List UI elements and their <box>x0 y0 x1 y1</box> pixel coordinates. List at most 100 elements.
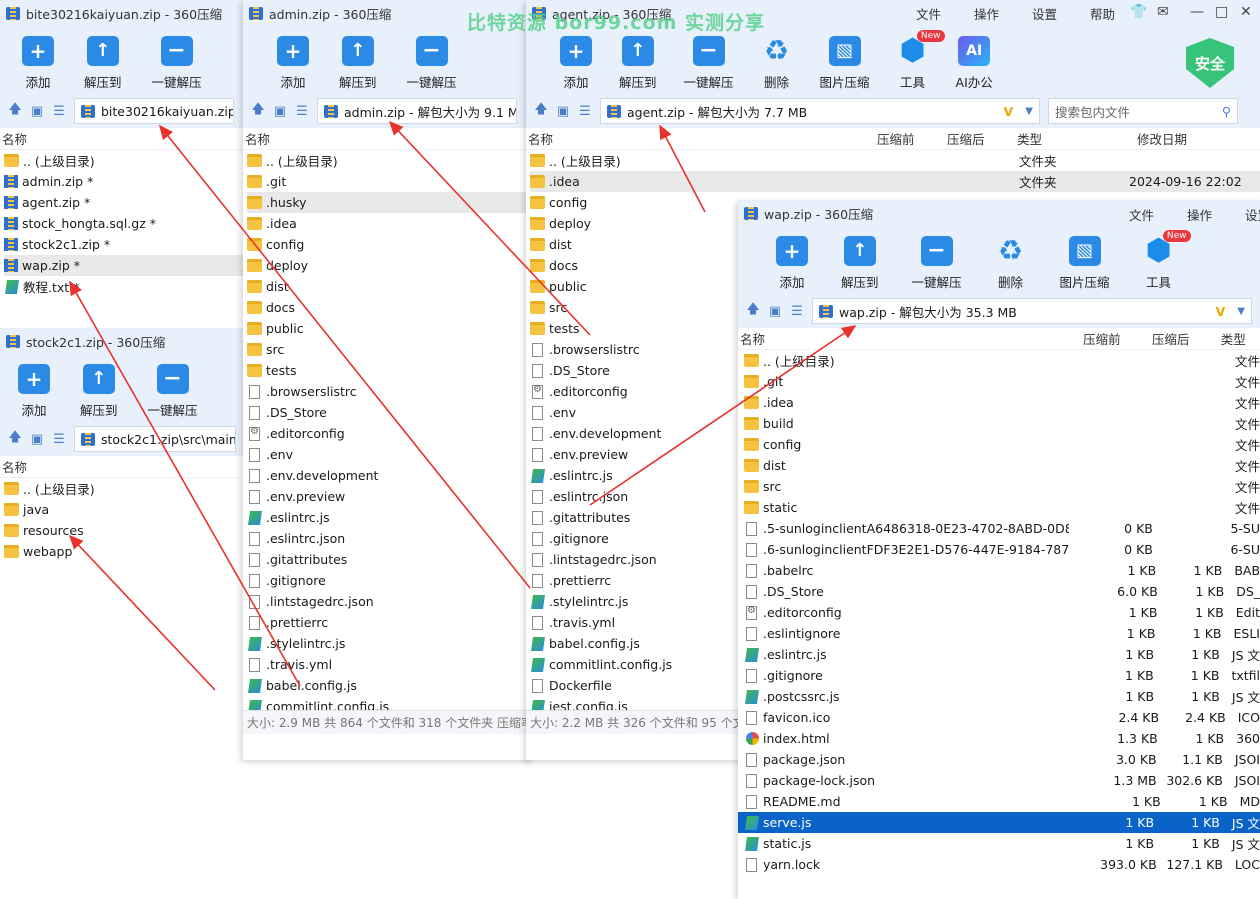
table-row[interactable]: yarn.lock 393.0 KB 127.1 KB LOC <box>738 854 1260 875</box>
column-header-name[interactable]: 名称 <box>738 329 1083 348</box>
table-row[interactable]: dist 文件 <box>738 455 1260 476</box>
list-item[interactable]: babel.config.js <box>247 675 533 696</box>
one-click-extract-button[interactable]: 一键解压 <box>148 358 198 419</box>
menu-file[interactable]: 文件 <box>1129 205 1154 224</box>
table-row[interactable]: .6-sunloginclientFDF3E2E1-D576-447E-9184… <box>738 539 1260 560</box>
list-view-icon[interactable]: ☰ <box>790 304 804 319</box>
image-compress-button[interactable]: 图片压缩 <box>820 30 870 91</box>
chevron-down-icon[interactable]: ▼ <box>1237 306 1245 317</box>
column-header-after[interactable]: 压缩后 <box>947 129 1017 148</box>
up-level-icon[interactable]: 🡅 <box>746 300 760 322</box>
feedback-icon[interactable]: ✉ <box>1157 4 1169 20</box>
list-item[interactable]: wap.zip * <box>4 255 245 276</box>
add-button[interactable]: 添加 <box>560 30 592 91</box>
address-bar[interactable]: stock2c1.zip\src\main <box>74 426 236 452</box>
list-item[interactable]: .travis.yml <box>247 654 533 675</box>
window-titlebar[interactable]: wap.zip - 360压缩 文件 操作 设置 <box>738 200 1260 226</box>
list-item[interactable]: stock_hongta.sql.gz * <box>4 213 245 234</box>
extract-to-button[interactable]: 解压到 <box>841 230 879 291</box>
window-titlebar[interactable]: bite30216kaiyuan.zip - 360压缩 <box>0 0 245 26</box>
list-item[interactable]: docs <box>247 297 533 318</box>
tools-button[interactable]: New工具 <box>897 30 945 91</box>
column-header-name[interactable]: 名称 <box>243 128 533 150</box>
add-button[interactable]: 添加 <box>277 30 309 91</box>
list-item[interactable]: .idea 文件夹 2024-09-16 22:02 <box>530 171 1260 192</box>
extract-to-button[interactable]: 解压到 <box>339 30 377 91</box>
skin-icon[interactable]: 👕 <box>1130 4 1147 20</box>
delete-button[interactable]: 删除 <box>995 230 1027 291</box>
menu-help[interactable]: 帮助 <box>1090 4 1115 23</box>
favorite-v-icon[interactable]: V <box>1216 304 1226 319</box>
list-item[interactable]: .stylelintrc.js <box>247 633 533 654</box>
one-click-extract-button[interactable]: 一键解压 <box>912 230 962 291</box>
list-item[interactable]: .gitignore <box>247 570 533 591</box>
list-item[interactable]: src <box>247 339 533 360</box>
column-header-type[interactable]: 类型 <box>1017 129 1137 148</box>
menu-settings[interactable]: 设置 <box>1032 4 1057 23</box>
list-item[interactable]: .env.development <box>247 465 533 486</box>
minimize-icon[interactable]: — <box>1190 4 1204 20</box>
list-item[interactable]: .env <box>247 444 533 465</box>
table-row[interactable]: .DS_Store 6.0 KB 1 KB DS_ <box>738 581 1260 602</box>
column-header-before[interactable]: 压缩前 <box>1083 329 1152 348</box>
column-header-name[interactable]: 名称 <box>0 128 245 150</box>
list-view-icon[interactable]: ☰ <box>52 104 66 119</box>
table-row[interactable]: config 文件 <box>738 434 1260 455</box>
list-item[interactable]: 教程.txt * <box>4 276 245 297</box>
table-row[interactable]: build 文件 <box>738 413 1260 434</box>
list-item[interactable]: .lintstagedrc.json <box>247 591 533 612</box>
table-row[interactable]: package-lock.json 1.3 MB 302.6 KB JSOI <box>738 770 1260 791</box>
thumbnail-view-icon[interactable]: ▣ <box>30 104 44 119</box>
list-view-icon[interactable]: ☰ <box>578 104 592 119</box>
maximize-icon[interactable]: □ <box>1215 4 1228 20</box>
table-row[interactable]: index.html 1.3 KB 1 KB 360 <box>738 728 1260 749</box>
list-item[interactable]: admin.zip * <box>4 171 245 192</box>
table-row[interactable]: serve.js 1 KB 1 KB JS 文 <box>738 812 1260 833</box>
list-item[interactable]: .. (上级目录) <box>4 150 245 171</box>
table-row[interactable]: package.json 3.0 KB 1.1 KB JSOI <box>738 749 1260 770</box>
column-header-type[interactable]: 类型 <box>1221 329 1260 348</box>
table-row[interactable]: .idea 文件 <box>738 392 1260 413</box>
add-button[interactable]: 添加 <box>776 230 808 291</box>
list-item[interactable]: public <box>247 318 533 339</box>
list-item[interactable]: webapp <box>4 541 245 562</box>
address-bar[interactable]: agent.zip - 解包大小为 7.7 MB V ▼ <box>600 98 1040 124</box>
delete-button[interactable]: 删除 <box>761 30 793 91</box>
one-click-extract-button[interactable]: 一键解压 <box>407 30 457 91</box>
column-header-name[interactable]: 名称 <box>0 456 245 478</box>
table-row[interactable]: .eslintignore 1 KB 1 KB ESLI <box>738 623 1260 644</box>
list-item[interactable]: tests <box>247 360 533 381</box>
table-row[interactable]: .5-sunloginclientA6486318-0E23-4702-8ABD… <box>738 518 1260 539</box>
one-click-extract-button[interactable]: 一键解压 <box>684 30 734 91</box>
address-bar[interactable]: admin.zip - 解包大小为 9.1 MB <box>317 98 517 124</box>
thumbnail-view-icon[interactable]: ▣ <box>556 104 570 119</box>
up-level-icon[interactable]: 🡅 <box>251 100 265 122</box>
list-item[interactable]: .. (上级目录) <box>4 478 245 499</box>
table-row[interactable]: .babelrc 1 KB 1 KB BAB <box>738 560 1260 581</box>
table-row[interactable]: .gitignore 1 KB 1 KB txtfil <box>738 665 1260 686</box>
column-header-before[interactable]: 压缩前 <box>877 129 947 148</box>
table-row[interactable]: static.js 1 KB 1 KB JS 文 <box>738 833 1260 854</box>
list-item[interactable]: .DS_Store <box>247 402 533 423</box>
list-item[interactable]: .git <box>247 171 533 192</box>
column-header-name[interactable]: 名称 <box>526 129 877 148</box>
up-level-icon[interactable]: 🡅 <box>534 100 548 122</box>
up-level-icon[interactable]: 🡅 <box>8 100 22 122</box>
list-item[interactable]: .idea <box>247 213 533 234</box>
search-icon[interactable]: ⚲ <box>1222 104 1231 119</box>
list-item[interactable]: java <box>4 499 245 520</box>
list-item[interactable]: .prettierrc <box>247 612 533 633</box>
menu-operate[interactable]: 操作 <box>1187 205 1212 224</box>
search-input[interactable]: 搜索包内文件 ⚲ <box>1048 98 1238 124</box>
image-compress-button[interactable]: 图片压缩 <box>1060 230 1110 291</box>
extract-to-button[interactable]: 解压到 <box>80 358 118 419</box>
table-row[interactable]: static 文件 <box>738 497 1260 518</box>
ai-office-button[interactable]: AI AI办公 <box>956 30 993 91</box>
list-item[interactable]: config <box>247 234 533 255</box>
one-click-extract-button[interactable]: 一键解压 <box>152 30 202 91</box>
chevron-down-icon[interactable]: ▼ <box>1025 106 1033 117</box>
thumbnail-view-icon[interactable]: ▣ <box>30 432 44 447</box>
extract-to-button[interactable]: 解压到 <box>84 30 122 91</box>
column-header-date[interactable]: 修改日期 <box>1137 129 1237 148</box>
address-bar[interactable]: wap.zip - 解包大小为 35.3 MB V ▼ <box>812 298 1252 324</box>
